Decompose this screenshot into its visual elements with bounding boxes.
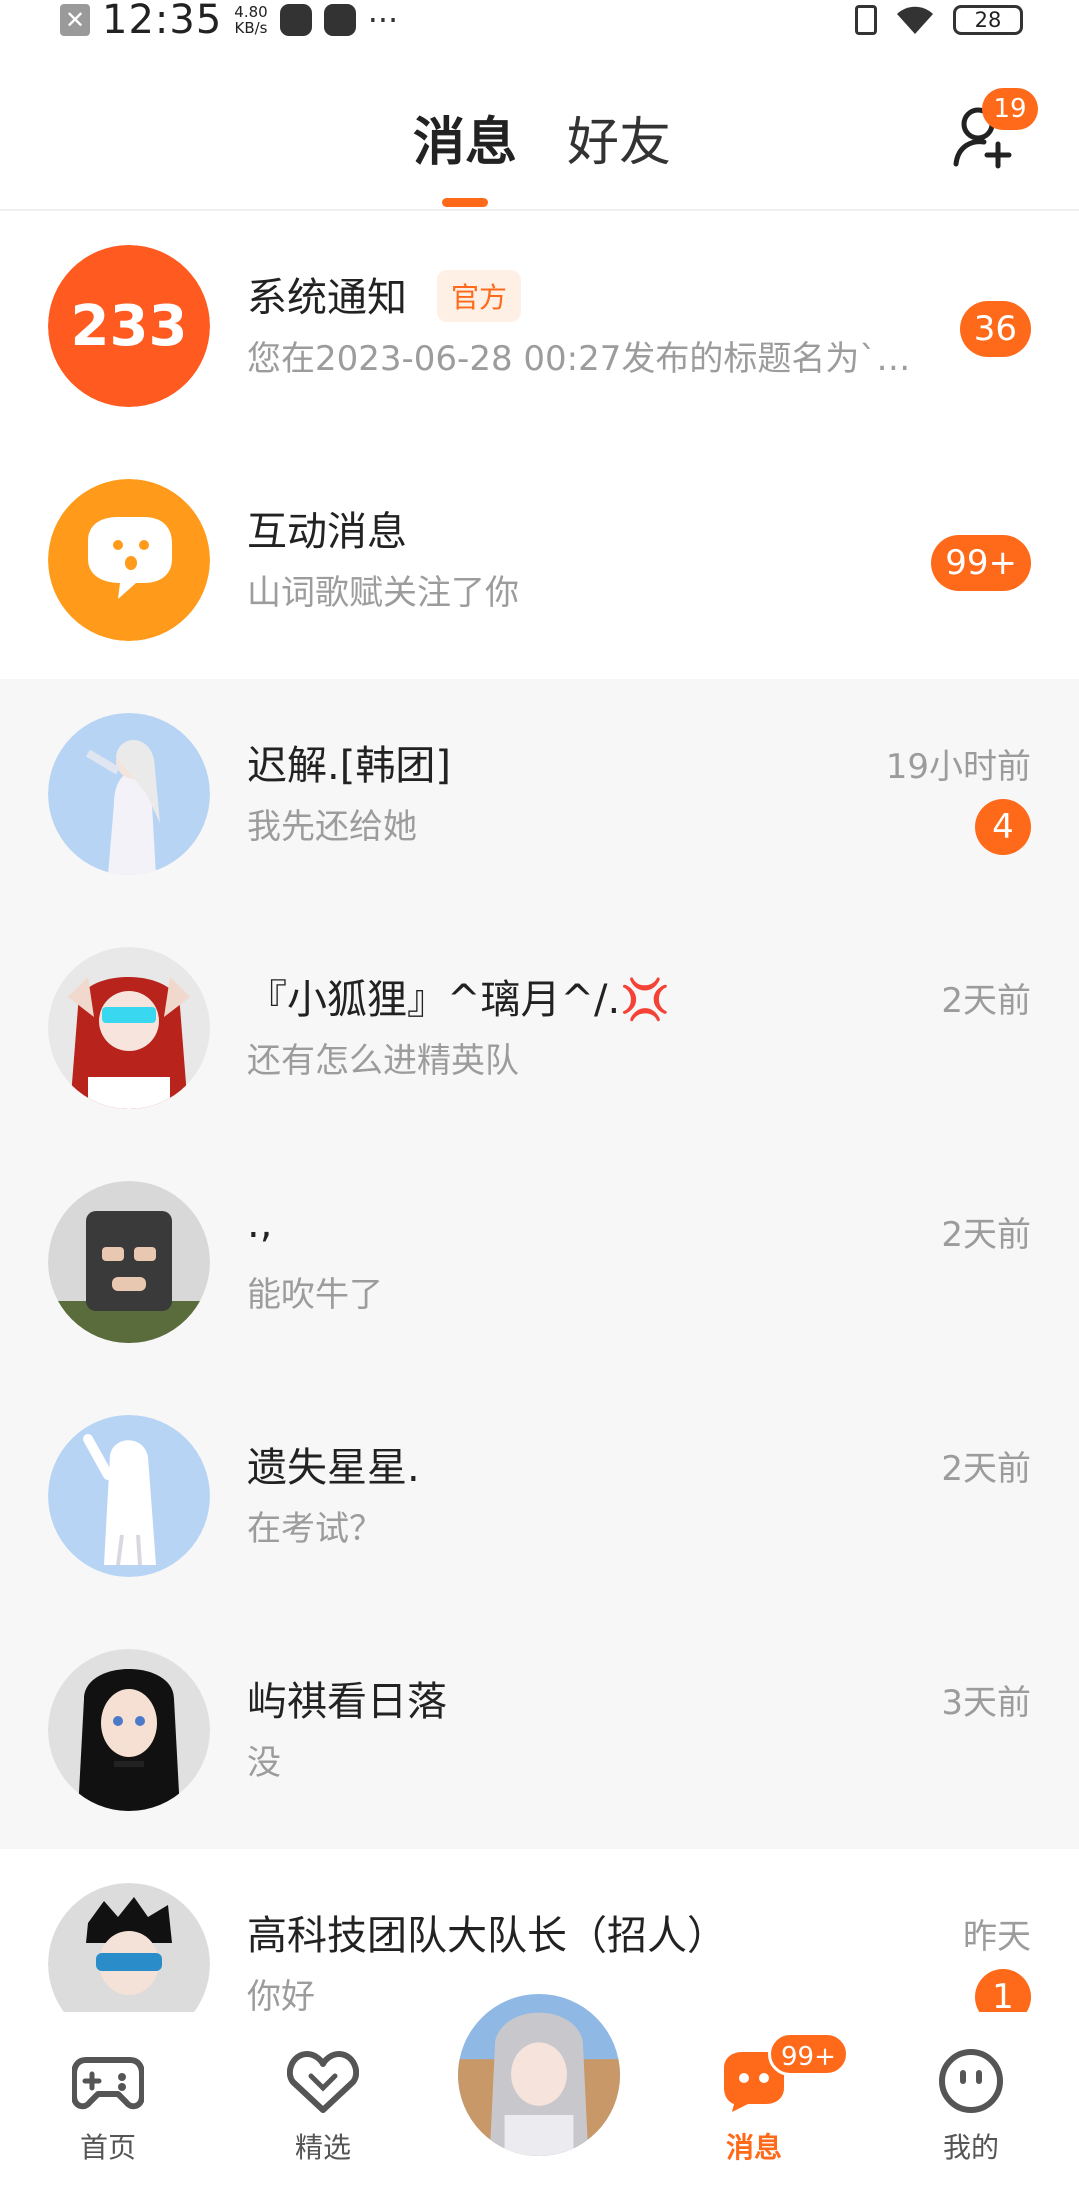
avatar — [458, 1994, 620, 2156]
bottom-navigation: 首页 精选 消息 99+ 我的 — [0, 1988, 1079, 2188]
status-bar-right: 28 — [855, 0, 1023, 40]
nav-featured-label: 精选 — [294, 2131, 351, 2164]
play-app-icon — [279, 4, 312, 36]
network-speed: 4.80 KB/s — [234, 4, 267, 36]
heart-badge-icon — [286, 2051, 360, 2113]
conversation-row[interactable]: ., 能吹牛了 2天前 — [0, 1147, 1079, 1381]
conversation-list: 233 系统通知 官方 您在2023-06-28 00:27发布的标题名为`… 3… — [0, 211, 1079, 2083]
conversation-time: 2天前 — [941, 1215, 1031, 1255]
conversation-time: 3天前 — [941, 1683, 1031, 1723]
nav-home[interactable]: 首页 — [48, 2048, 168, 2166]
conversation-title: 遗失星星. — [247, 1445, 420, 1491]
active-tab-indicator — [442, 198, 488, 207]
face-icon — [939, 2049, 1003, 2113]
unread-badge: 99+ — [931, 535, 1031, 591]
app-logo-233-icon: 233 — [48, 245, 210, 407]
conversation-preview: 您在2023-06-28 00:27发布的标题名为`… — [247, 339, 911, 379]
more-notifications-icon: ··· — [367, 1, 399, 39]
battery-icon: 28 — [953, 5, 1023, 35]
vibrate-icon — [855, 5, 877, 35]
conversation-preview: 我先还给她 — [247, 807, 417, 847]
avatar — [48, 1181, 210, 1343]
gamepad-icon — [71, 2057, 145, 2110]
conversation-title: 屿祺看日落 — [247, 1679, 447, 1725]
nav-featured[interactable]: 精选 — [263, 2048, 383, 2166]
nav-messages-badge: 99+ — [768, 2032, 849, 2076]
avatar — [48, 1415, 210, 1577]
conversation-preview: 还有怎么进精英队 — [247, 1041, 519, 1081]
notification-close-icon: ✕ — [60, 4, 90, 36]
conversation-time: 2天前 — [941, 1449, 1031, 1489]
conversation-title-text: 系统通知 — [247, 275, 407, 321]
nav-home-label: 首页 — [79, 2131, 136, 2164]
conversation-time: 昨天 — [963, 1917, 1031, 1957]
nav-mine[interactable]: 我的 — [911, 2048, 1031, 2166]
conversation-preview: 没 — [247, 1743, 281, 1783]
add-friend-badge: 19 — [982, 88, 1038, 130]
conversation-title: 高科技团队大队长（招人） — [247, 1913, 727, 1959]
conversation-row-interactions[interactable]: 互动消息 山词歌赋关注了你 99+ — [0, 445, 1079, 679]
conversation-time: 2天前 — [941, 981, 1031, 1021]
avatar — [48, 713, 210, 875]
conversation-time: 19小时前 — [885, 747, 1031, 787]
wifi-icon — [897, 6, 933, 35]
avatar — [48, 947, 210, 1109]
mail-app-icon — [323, 4, 356, 36]
svg-text:233: 233 — [71, 294, 188, 359]
network-speed-value: 4.80 — [234, 3, 268, 21]
avatar — [48, 1649, 210, 1811]
clock: 12:35 — [102, 0, 223, 43]
unread-badge: 36 — [959, 301, 1031, 357]
conversation-title: 系统通知 官方 — [247, 265, 522, 326]
conversation-title: 迟解.[韩团] — [247, 743, 451, 789]
conversation-preview: 你好 — [247, 1977, 315, 2017]
official-tag: 官方 — [437, 270, 522, 322]
conversation-title: ., — [247, 1201, 273, 1247]
conversation-row-system[interactable]: 233 系统通知 官方 您在2023-06-28 00:27发布的标题名为`… 3… — [0, 211, 1079, 445]
conversation-row[interactable]: 屿祺看日落 没 3天前 — [0, 1615, 1079, 1849]
status-bar: ✕ 12:35 4.80 KB/s ··· 28 — [0, 0, 1079, 43]
conversation-title: 互动消息 — [247, 509, 407, 555]
conversation-preview: 在考试？ — [247, 1509, 383, 1549]
profile-avatar-button[interactable] — [452, 1988, 626, 2162]
chat-bubble-smile-icon — [48, 479, 210, 641]
conversation-preview: 能吹牛了 — [247, 1275, 383, 1315]
network-speed-unit: KB/s — [234, 19, 268, 37]
tab-messages[interactable]: 消息 — [413, 100, 517, 175]
nav-messages-label: 消息 — [725, 2131, 782, 2164]
conversation-row[interactable]: 迟解.[韩团] 我先还给她 19小时前 4 — [0, 679, 1079, 913]
conversation-preview: 山词歌赋关注了你 — [247, 573, 519, 613]
conversation-row[interactable]: 遗失星星. 在考试？ 2天前 — [0, 1381, 1079, 1615]
unread-badge: 4 — [975, 799, 1031, 855]
tab-friends[interactable]: 好友 — [567, 100, 671, 175]
conversation-title: 『小狐狸』^璃月^/.💢 — [247, 977, 671, 1023]
nav-mine-label: 我的 — [942, 2131, 999, 2164]
header: 消息 好友 19 — [0, 40, 1079, 211]
status-bar-left: ✕ 12:35 4.80 KB/s ··· — [60, 0, 399, 43]
conversation-row[interactable]: 『小狐狸』^璃月^/.💢 还有怎么进精英队 2天前 — [0, 913, 1079, 1147]
